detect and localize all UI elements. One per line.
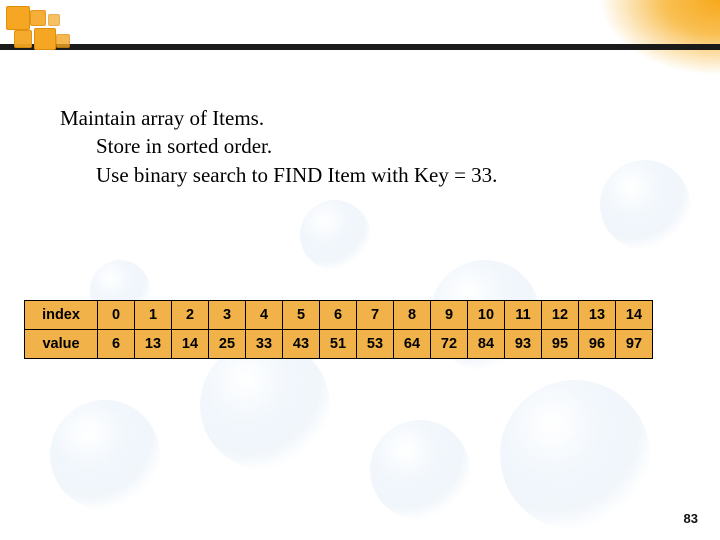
index-cell: 2 <box>172 301 209 330</box>
array-table: index 0 1 2 3 4 5 6 7 8 9 10 11 12 13 14… <box>24 300 653 359</box>
value-cell: 43 <box>283 330 320 359</box>
table-row-index: index 0 1 2 3 4 5 6 7 8 9 10 11 12 13 14 <box>25 301 653 330</box>
index-cell: 14 <box>616 301 653 330</box>
value-cell: 95 <box>542 330 579 359</box>
value-cell: 84 <box>468 330 505 359</box>
value-cell: 14 <box>172 330 209 359</box>
index-cell: 6 <box>320 301 357 330</box>
index-cell: 1 <box>135 301 172 330</box>
index-cell: 11 <box>505 301 542 330</box>
value-cell: 53 <box>357 330 394 359</box>
page-number: 83 <box>684 511 698 526</box>
text-line-3: Use binary search to FIND Item with Key … <box>60 161 497 189</box>
row-label-value: value <box>25 330 98 359</box>
value-cell: 93 <box>505 330 542 359</box>
value-cell: 51 <box>320 330 357 359</box>
index-cell: 8 <box>394 301 431 330</box>
value-cell: 33 <box>246 330 283 359</box>
index-cell: 12 <box>542 301 579 330</box>
index-cell: 7 <box>357 301 394 330</box>
index-cell: 9 <box>431 301 468 330</box>
index-cell: 0 <box>98 301 135 330</box>
value-cell: 6 <box>98 330 135 359</box>
row-label-index: index <box>25 301 98 330</box>
text-line-1: Maintain array of Items. <box>60 106 264 130</box>
slide-body-text: Maintain array of Items. Store in sorted… <box>60 104 497 189</box>
index-cell: 5 <box>283 301 320 330</box>
text-line-2: Store in sorted order. <box>60 132 497 160</box>
index-cell: 13 <box>579 301 616 330</box>
value-cell: 64 <box>394 330 431 359</box>
value-cell: 13 <box>135 330 172 359</box>
index-cell: 4 <box>246 301 283 330</box>
corner-decoration <box>0 0 200 80</box>
value-cell: 25 <box>209 330 246 359</box>
table-row-value: value 6 13 14 25 33 43 51 53 64 72 84 93… <box>25 330 653 359</box>
value-cell: 97 <box>616 330 653 359</box>
value-cell: 96 <box>579 330 616 359</box>
value-cell: 72 <box>431 330 468 359</box>
index-cell: 10 <box>468 301 505 330</box>
index-cell: 3 <box>209 301 246 330</box>
